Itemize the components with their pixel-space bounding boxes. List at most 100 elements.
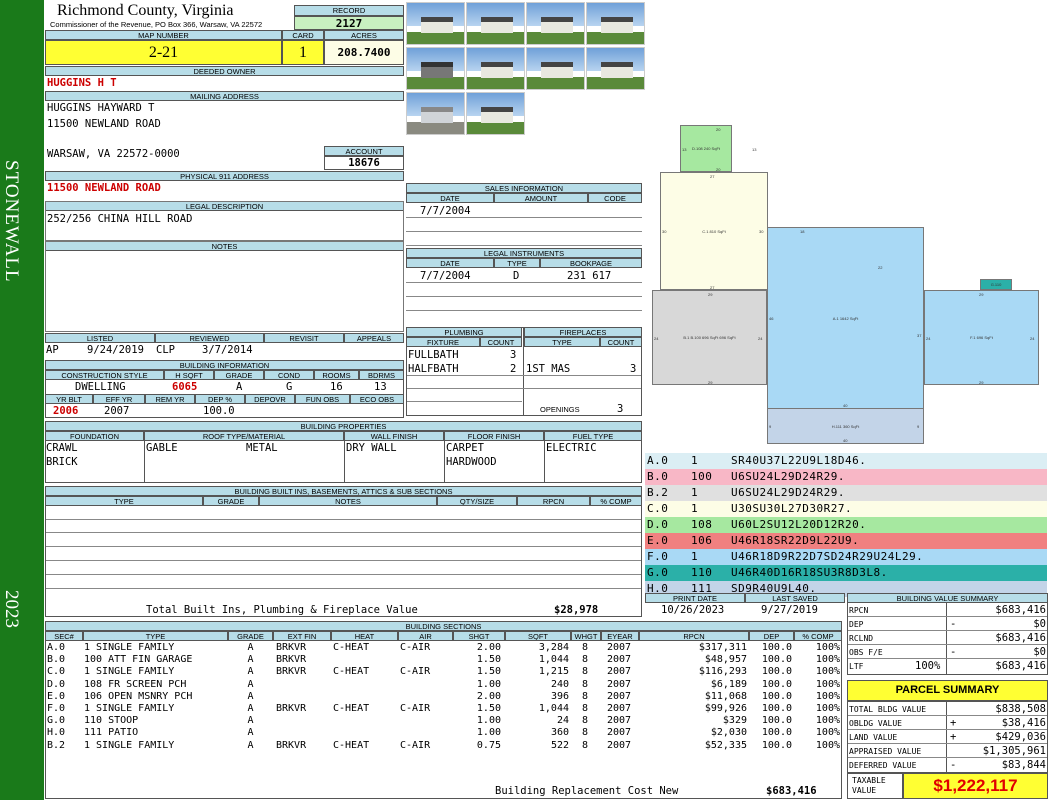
photo-thumbnail[interactable]	[406, 2, 465, 45]
section-cell-grade: A	[247, 690, 254, 702]
year-built: 2006	[53, 405, 79, 417]
roof-material: METAL	[246, 442, 278, 454]
wall-finish: DRY WALL	[346, 442, 397, 454]
plumbing-label: PLUMBING	[406, 327, 522, 337]
builtins-total-label: Total Built Ins, Plumbing & Fireplace Va…	[146, 604, 418, 616]
physical-address: 11500 NEWLAND ROAD	[47, 182, 161, 194]
section-cell-whgt: 8	[581, 715, 589, 727]
rooms-count: 16	[330, 381, 343, 393]
openings-count: 3	[617, 403, 624, 415]
grade-header: GRADE	[214, 370, 264, 380]
section-cell-rpcn: $317,311	[698, 642, 747, 653]
section-cell-eyear: 2007	[606, 703, 632, 714]
mailing-line3: WARSAW, VA 22572-0000	[47, 148, 180, 160]
instr-date-header: DATE	[406, 258, 494, 268]
fireplace-count: 3	[630, 363, 637, 375]
section-cell-comp: 100%	[815, 678, 840, 690]
fixture-name: FULLBATH	[408, 349, 459, 361]
depovr-header: DEPOVR	[245, 394, 295, 404]
heated-sqft: 6065	[172, 381, 198, 393]
section-cell-comp: 100%	[815, 642, 840, 653]
section-cell-rpcn: $11,068	[704, 690, 747, 702]
section-cell-sqft: 1,215	[538, 666, 569, 678]
instr-bookpage: 231 617	[567, 270, 612, 282]
building-sections-label: BUILDING SECTIONS	[45, 621, 842, 631]
taxable-value: $1,222,117	[903, 773, 1048, 799]
section-cell-rpcn: $2,030	[710, 727, 747, 739]
section-cell-whgt: 8	[581, 690, 589, 702]
fireplace-type-header: TYPE	[524, 337, 600, 347]
mailing-line2: 11500 NEWLAND ROAD	[47, 118, 161, 130]
instr-type: D	[513, 270, 520, 282]
builtin-qty-header: QTY/SIZE	[437, 496, 517, 506]
effective-year: 2007	[104, 405, 130, 417]
fuel-type-header: FUEL TYPE	[544, 431, 642, 441]
fireplace-type: 1ST MAS	[526, 363, 571, 375]
reviewed-label: REVIEWED	[155, 333, 264, 343]
last-saved-date: 9/27/2019	[761, 604, 818, 616]
photo-thumbnail[interactable]	[466, 2, 525, 45]
section-cell-sec: C.0	[47, 666, 66, 678]
section-cell-sqft: 1,044	[538, 654, 569, 666]
section-cell-sec: B.2	[47, 739, 66, 751]
rooms-header: ROOMS	[314, 370, 359, 380]
builtin-grade-header: GRADE	[203, 496, 259, 506]
photo-thumbnail[interactable]	[526, 2, 585, 45]
builtin-type-header: TYPE	[45, 496, 203, 506]
builtins-label: BUILDING BUILT INS, BASEMENTS, ATTICS & …	[45, 486, 642, 496]
legal-box	[45, 201, 404, 241]
section-cell-grade: A	[247, 727, 254, 739]
photo-thumbnail[interactable]	[406, 92, 465, 135]
section-cell-type: 108 FR SCREEN PCH	[84, 678, 187, 690]
photo-thumbnail[interactable]	[466, 47, 525, 90]
photo-thumbnail[interactable]	[586, 2, 645, 45]
sale-date: 7/7/2004	[420, 205, 471, 217]
photo-thumbnail[interactable]	[526, 47, 585, 90]
district-sidebar: STONEWALL 2023	[0, 0, 44, 800]
commissioner-address: Commissioner of the Revenue, PO Box 366,…	[50, 20, 263, 29]
appeals-label: APPEALS	[344, 333, 404, 343]
section-cell-eyear: 2007	[606, 739, 632, 751]
foundation-header: FOUNDATION	[45, 431, 144, 441]
section-cell-rpcn: $6,189	[710, 678, 747, 690]
section-cell-type: 111 PATIO	[84, 727, 139, 739]
section-cell-type: 106 OPEN MSNRY PCH	[84, 690, 193, 702]
sketch-code-row: F.0 1 U46R18D9R22D7SD24R29U24L29.	[645, 549, 1047, 565]
deeded-owner: HUGGINS H T	[47, 77, 117, 89]
account-label: ACCOUNT	[324, 146, 404, 156]
revisit-label: REVISIT	[264, 333, 344, 343]
foundation-value: BRICK	[46, 456, 78, 468]
sketch-code-row: C.0 1 U30SU30L27D30R27.	[645, 501, 1047, 517]
deeded-owner-label: DEEDED OWNER	[45, 66, 404, 76]
construction-style-header: CONSTRUCTION STYLE	[45, 370, 164, 380]
funobs-header: FUN OBS	[295, 394, 350, 404]
notes-box	[45, 241, 404, 332]
mailing-address-label: MAILING ADDRESS	[45, 91, 404, 101]
tax-year: 2023	[1, 590, 22, 628]
plumbing-count-header: COUNT	[480, 337, 522, 347]
photo-thumbnail[interactable]	[466, 92, 525, 135]
section-cell-comp: 100%	[815, 666, 840, 678]
building-sketch: D.108 240 SqFt C.1 810 SqFt E.106 198 Sq…	[645, 0, 1050, 452]
map-number: 2-21	[45, 40, 282, 65]
section-cell-dep: 100.0	[761, 727, 792, 739]
legal-instruments-label: LEGAL INSTRUMENTS	[406, 248, 642, 258]
county-title: Richmond County, Virginia	[57, 2, 234, 19]
builtin-comp-header: % COMP	[590, 496, 642, 506]
sketch-code-row: G.0 110 U46R40D16R18SU3R8D3L8.	[645, 565, 1047, 581]
section-cell-heat: C-HEAT	[333, 739, 370, 751]
section-cell-grade: A	[247, 678, 254, 690]
photo-thumbnail[interactable]	[586, 47, 645, 90]
section-cell-eyear: 2007	[606, 715, 632, 727]
section-cell-dep: 100.0	[761, 715, 792, 727]
section-cell-sqft: 240	[550, 678, 569, 690]
photo-thumbnail[interactable]	[406, 47, 465, 90]
section-cell-grade: A	[247, 666, 254, 678]
section-cell-sec: H.0	[47, 727, 66, 739]
reviewed-date: 3/7/2014	[202, 344, 253, 356]
section-cell-type: 1 SINGLE FAMILY	[84, 642, 175, 653]
section-cell-sqft: 3,284	[538, 642, 569, 653]
dep-pct-header: DEP %	[195, 394, 245, 404]
builtin-rpcn-header: RPCN	[517, 496, 590, 506]
floor-finish: CARPET	[446, 442, 484, 454]
